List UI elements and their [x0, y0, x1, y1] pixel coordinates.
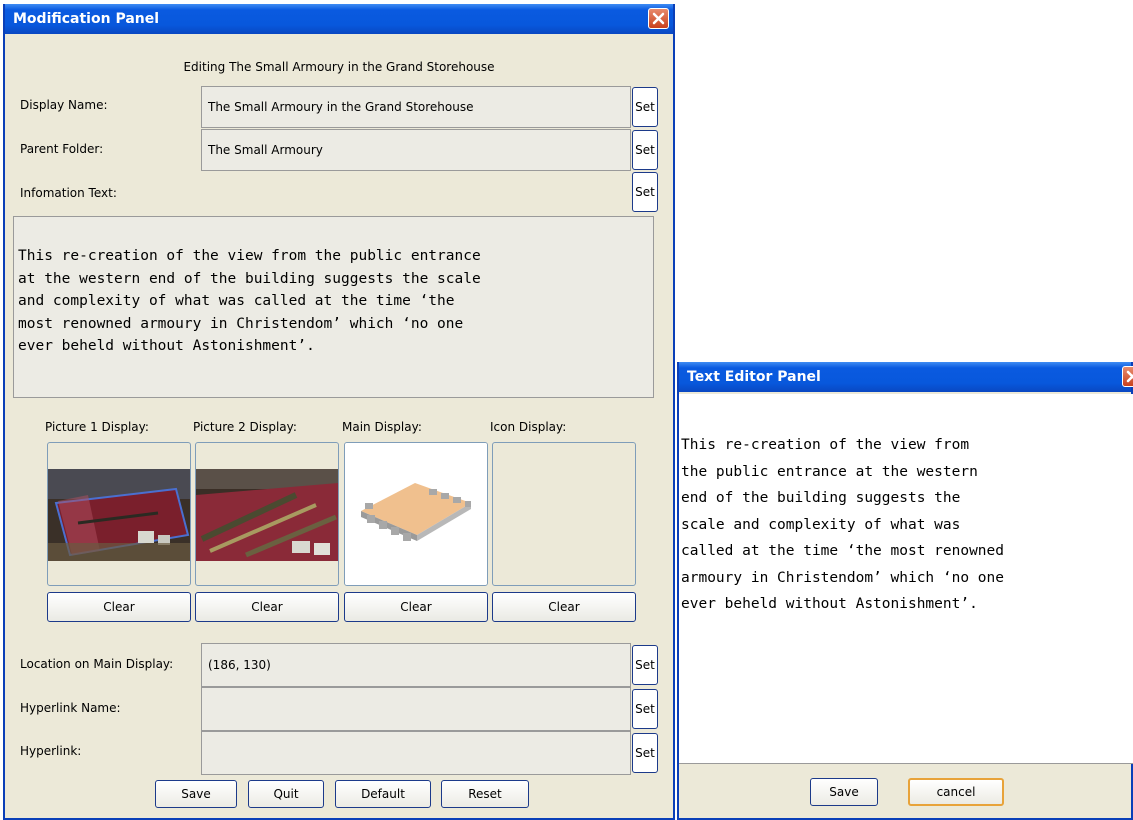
- clear-icon-display-button[interactable]: Clear: [492, 592, 636, 622]
- text-editor-close-button[interactable]: [1122, 366, 1133, 387]
- quit-button[interactable]: Quit: [248, 780, 324, 808]
- picture2-display-label: Picture 2 Display:: [193, 420, 297, 434]
- info-text-line: This re-creation of the view from the pu…: [18, 248, 481, 264]
- reset-button[interactable]: Reset: [441, 780, 529, 808]
- cancel-label: cancel: [936, 785, 976, 799]
- clear-picture2-button[interactable]: Clear: [195, 592, 339, 622]
- set-parent-folder-button[interactable]: Set: [632, 130, 658, 170]
- close-icon: [652, 12, 665, 25]
- modification-panel-window: Modification Panel Editing The Small Arm…: [3, 4, 675, 820]
- text-editor-title: Text Editor Panel: [687, 369, 821, 385]
- info-text-line: most renowned armoury in Christendom’ wh…: [18, 315, 464, 332]
- editor-line: scale and complexity of what was: [681, 516, 961, 533]
- text-editor-titlebar[interactable]: Text Editor Panel: [679, 362, 1131, 392]
- set-button-label: Set: [635, 702, 655, 716]
- editor-line: This re-creation of the view from: [681, 437, 970, 453]
- save-label: Save: [181, 787, 211, 801]
- display-name-value: The Small Armoury in the Grand Storehous…: [208, 100, 474, 114]
- picture2-display[interactable]: [195, 442, 339, 586]
- set-button-label: Set: [635, 746, 655, 760]
- hyperlink-label: Hyperlink:: [20, 744, 82, 758]
- close-icon: [1126, 370, 1133, 383]
- parent-folder-label: Parent Folder:: [20, 142, 104, 156]
- save-button[interactable]: Save: [155, 780, 237, 808]
- editor-line: ever beheld without Astonishment’.: [681, 596, 978, 612]
- hyperlink-field[interactable]: [201, 731, 631, 775]
- clear-main-display-button[interactable]: Clear: [344, 592, 488, 622]
- modification-panel-titlebar[interactable]: Modification Panel: [5, 4, 673, 34]
- save-label: Save: [829, 785, 859, 799]
- reset-label: Reset: [468, 787, 502, 801]
- editor-line: armoury in Christendom’ which ‘no one: [681, 569, 1005, 586]
- armour-case-photo-2: [196, 469, 338, 561]
- location-label: Location on Main Display:: [20, 657, 174, 671]
- text-editor-window: Text Editor Panel This re-creation of th…: [677, 362, 1133, 820]
- info-text-line: and complexity of what was called at the…: [18, 293, 455, 309]
- main-display[interactable]: [344, 442, 488, 586]
- set-button-label: Set: [635, 185, 655, 199]
- info-text-line: ever beheld without Astonishment’.: [18, 338, 315, 354]
- display-name-label: Display Name:: [20, 98, 108, 112]
- clear-label: Clear: [548, 600, 580, 614]
- location-value: (186, 130): [208, 658, 271, 672]
- default-label: Default: [361, 787, 405, 801]
- text-editor-cancel-button[interactable]: cancel: [908, 778, 1004, 806]
- set-hyperlink-name-button[interactable]: Set: [632, 689, 658, 729]
- editor-line: the public entrance at the western: [681, 463, 978, 480]
- text-editor-save-button[interactable]: Save: [810, 778, 878, 806]
- text-editor-area[interactable]: This re-creation of the view from the pub…: [679, 394, 1133, 764]
- display-name-field[interactable]: The Small Armoury in the Grand Storehous…: [201, 86, 631, 128]
- clear-picture1-button[interactable]: Clear: [47, 592, 191, 622]
- set-button-label: Set: [635, 658, 655, 672]
- set-hyperlink-button[interactable]: Set: [632, 733, 658, 773]
- set-button-label: Set: [635, 143, 655, 157]
- parent-folder-field[interactable]: The Small Armoury: [201, 129, 631, 171]
- clear-label: Clear: [103, 600, 135, 614]
- icon-display-label: Icon Display:: [490, 420, 567, 434]
- info-text-line: at the western end of the building sugge…: [18, 270, 481, 287]
- hyperlink-name-field[interactable]: [201, 687, 631, 731]
- icon-display[interactable]: [492, 442, 636, 586]
- picture1-display[interactable]: [47, 442, 191, 586]
- set-location-button[interactable]: Set: [632, 645, 658, 685]
- location-field[interactable]: (186, 130): [201, 643, 631, 687]
- quit-label: Quit: [273, 787, 299, 801]
- armour-case-photo-1: [48, 469, 190, 561]
- default-button[interactable]: Default: [335, 780, 431, 808]
- picture1-display-label: Picture 1 Display:: [45, 420, 149, 434]
- close-button[interactable]: [648, 8, 669, 29]
- main-display-label: Main Display:: [342, 420, 422, 434]
- clear-label: Clear: [251, 600, 283, 614]
- info-text-label: Infomation Text:: [20, 186, 117, 200]
- hyperlink-name-label: Hyperlink Name:: [20, 701, 121, 715]
- set-display-name-button[interactable]: Set: [632, 87, 658, 127]
- floor-plan-model: [345, 443, 487, 585]
- set-button-label: Set: [635, 100, 655, 114]
- editing-heading: Editing The Small Armoury in the Grand S…: [183, 60, 495, 74]
- clear-label: Clear: [400, 600, 432, 614]
- parent-folder-value: The Small Armoury: [208, 143, 323, 157]
- window-title: Modification Panel: [13, 11, 160, 27]
- editor-line: end of the building suggests the: [681, 490, 961, 506]
- editor-line: called at the time ‘the most renowned: [681, 543, 1005, 559]
- set-info-text-button[interactable]: Set: [632, 172, 658, 212]
- info-text-area[interactable]: This re-creation of the view from the pu…: [13, 216, 654, 398]
